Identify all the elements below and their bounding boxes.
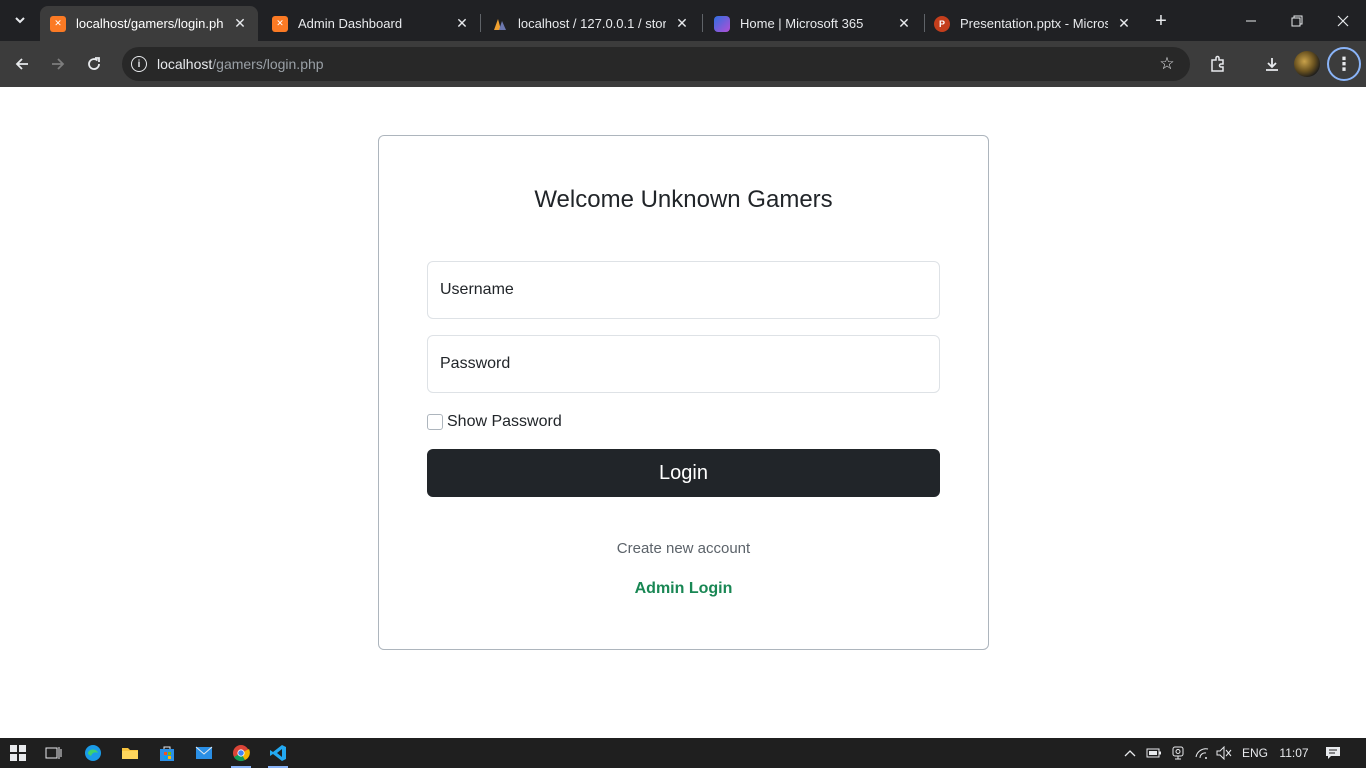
close-icon[interactable]: ✕ [232,15,248,32]
tab-title: Admin Dashboard [298,16,403,31]
browser-toolbar: i localhost/gamers/login.php ☆ ⋮ [0,41,1366,87]
close-icon[interactable]: ✕ [1116,15,1132,32]
mail-icon [195,746,213,759]
tab-separator [480,14,481,32]
vscode-icon [270,745,286,761]
page-content: Welcome Unknown Gamers Show Password Log… [0,87,1366,738]
downloads-button[interactable] [1256,48,1288,80]
tab-title: localhost/gamers/login.php [76,16,224,31]
close-icon[interactable]: ✕ [454,15,470,32]
tab-admin-dashboard[interactable]: ✕ Admin Dashboard ✕ [262,6,480,41]
tray-overflow-button[interactable] [1120,738,1140,768]
xampp-icon: ✕ [272,15,288,32]
login-button[interactable]: Login [427,449,940,497]
reload-icon [88,57,100,70]
download-icon [1266,58,1278,71]
show-password-row[interactable]: Show Password [427,413,562,431]
puzzle-icon [1211,55,1224,72]
chevron-up-icon [1124,750,1136,757]
plus-icon: + [1155,9,1167,32]
chrome-icon [233,745,250,762]
admin-login-link[interactable]: Admin Login [379,580,988,598]
windows-taskbar: ENG 11:07 [0,738,1366,768]
chevron-down-icon [15,17,25,24]
address-text[interactable]: localhost/gamers/login.php [157,56,324,72]
taskbar-edge[interactable] [79,741,107,765]
microsoft365-icon [714,15,730,32]
page-title: Welcome Unknown Gamers [534,186,833,213]
tab-login[interactable]: ✕ localhost/gamers/login.php ✕ [40,6,258,41]
tab-title: Presentation.pptx - Microsof [960,16,1108,31]
tray-battery[interactable] [1144,738,1164,768]
back-button[interactable] [6,48,38,80]
username-input[interactable] [427,261,940,319]
restore-icon [1291,15,1303,26]
bookmark-button[interactable]: ☆ [1154,51,1180,77]
tray-wifi[interactable] [1192,738,1212,768]
close-window-button[interactable] [1320,0,1366,41]
tab-phpmyadmin[interactable]: localhost / 127.0.0.1 / store / ✕ [482,6,700,41]
more-vert-icon: ⋮ [1335,53,1353,74]
notification-center-button[interactable] [1320,738,1346,768]
login-card: Welcome Unknown Gamers Show Password Log… [378,135,989,650]
phpmyadmin-icon [492,16,508,32]
notification-icon [1326,747,1340,759]
close-icon[interactable]: ✕ [896,15,912,32]
restore-button[interactable] [1274,0,1320,41]
wifi-icon [1195,748,1209,759]
windows-icon [10,745,26,761]
taskbar-file-explorer[interactable] [116,741,144,765]
tab-strip: ✕ localhost/gamers/login.php ✕ ✕ Admin D… [0,0,1366,41]
camera-icon [1172,746,1184,760]
password-input[interactable] [427,335,940,393]
xampp-icon: ✕ [50,15,66,32]
info-icon: i [131,56,147,72]
task-view-icon [45,747,62,759]
battery-icon [1146,748,1161,758]
taskbar-chrome[interactable] [227,741,255,768]
tray-clock[interactable]: 11:07 [1274,738,1314,768]
store-icon [160,746,174,761]
site-info-button[interactable]: i [122,47,156,81]
address-bar[interactable]: i localhost/gamers/login.php ☆ [122,47,1190,81]
profile-avatar[interactable] [1294,51,1320,77]
taskbar-store[interactable] [153,741,181,765]
address-path: /gamers/login.php [212,56,324,72]
powerpoint-icon: P [934,15,950,32]
tab-title: localhost / 127.0.0.1 / store / [518,16,666,31]
new-tab-button[interactable]: + [1148,8,1174,34]
create-account-link[interactable]: Create new account [379,540,988,557]
star-icon: ☆ [1159,54,1175,73]
tab-search-button[interactable] [6,6,34,34]
tab-title: Home | Microsoft 365 [740,16,864,31]
tab-separator [702,14,703,32]
minimize-icon [1246,20,1256,21]
edge-icon [85,745,101,761]
minimize-button[interactable] [1228,0,1274,41]
tray-webcam[interactable] [1168,738,1188,768]
tray-language[interactable]: ENG [1238,738,1272,768]
tray-volume[interactable] [1214,738,1234,768]
tab-microsoft365[interactable]: Home | Microsoft 365 ✕ [704,6,922,41]
volume-muted-icon [1216,746,1232,760]
show-password-label: Show Password [447,413,562,430]
reload-button[interactable] [78,48,110,80]
chrome-menu-button[interactable]: ⋮ [1327,47,1361,81]
close-icon [1337,15,1349,26]
arrow-right-icon [52,58,65,70]
close-icon[interactable]: ✕ [674,15,690,32]
start-button[interactable] [4,741,32,765]
arrow-left-icon [15,58,28,70]
forward-button[interactable] [42,48,74,80]
address-host: localhost [157,56,213,72]
taskbar-vscode[interactable] [264,741,292,768]
taskbar-mail[interactable] [190,741,218,765]
show-password-checkbox[interactable] [427,414,443,430]
tab-powerpoint[interactable]: P Presentation.pptx - Microsof ✕ [924,6,1142,41]
folder-icon [122,748,138,759]
task-view-button[interactable] [40,741,68,765]
extensions-button[interactable] [1202,48,1234,80]
